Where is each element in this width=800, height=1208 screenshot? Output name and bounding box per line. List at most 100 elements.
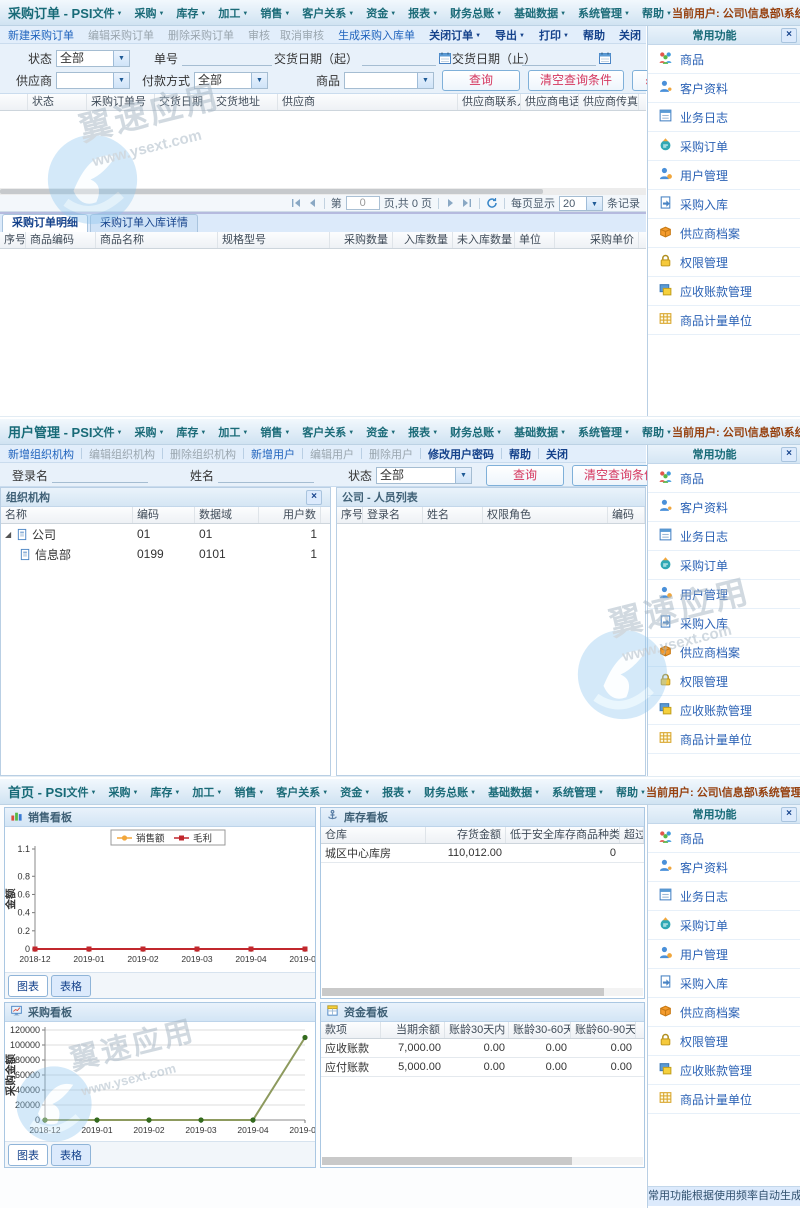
menu-item[interactable]: 客户关系 — [276, 784, 328, 800]
column-header[interactable]: 供应商传真 — [579, 94, 639, 110]
tab[interactable]: 表格 — [51, 1144, 91, 1166]
column-header[interactable]: 权限角色 — [483, 507, 608, 523]
toolbar-button[interactable]: 新建采购订单 — [3, 27, 79, 43]
sidebar-item[interactable]: 用户管理 — [648, 940, 800, 969]
menu-item[interactable]: 销售 — [260, 5, 290, 21]
column-header[interactable]: 超过 — [620, 827, 644, 843]
menu-item[interactable]: 采购 — [134, 424, 164, 440]
sidebar-item[interactable]: 采购入库 — [648, 609, 800, 638]
column-header[interactable]: 款项 — [321, 1022, 381, 1038]
toolbar-button[interactable]: 关闭 — [541, 446, 573, 462]
column-header[interactable]: 序号 — [337, 507, 363, 523]
sidebar-item[interactable]: 商品计量单位 — [648, 1085, 800, 1114]
menu-item[interactable]: 客户关系 — [302, 5, 354, 21]
tab[interactable]: 图表 — [8, 1144, 48, 1166]
tab[interactable]: 表格 — [51, 975, 91, 997]
close-icon[interactable] — [781, 447, 797, 462]
status-select[interactable]: 全部 — [56, 50, 130, 67]
tree-row[interactable]: 公司01011 — [1, 524, 330, 544]
date-from-input[interactable] — [362, 50, 436, 66]
table-row[interactable]: 应付账款5,000.000.000.000.00 — [321, 1058, 644, 1077]
menu-item[interactable]: 采购 — [108, 784, 138, 800]
product-select[interactable] — [344, 72, 434, 89]
menu-item[interactable]: 财务总账 — [450, 5, 502, 21]
table-row[interactable]: 城区中心库房110,012.000 — [321, 844, 644, 863]
menu-item[interactable]: 库存 — [176, 424, 206, 440]
calendar-icon[interactable] — [598, 51, 612, 65]
search-button[interactable]: 查询 — [442, 70, 520, 91]
sidebar-item[interactable]: 采购订单 — [648, 551, 800, 580]
column-header[interactable]: 交货地址 — [212, 94, 278, 110]
calendar-icon[interactable] — [438, 51, 452, 65]
scrollbar-thumb[interactable] — [322, 1157, 572, 1165]
sidebar-item[interactable]: 用户管理 — [648, 161, 800, 190]
column-header[interactable]: 商品名称 — [96, 232, 218, 248]
column-header[interactable]: 账龄60-90天 — [571, 1022, 636, 1038]
menu-item[interactable]: 资金 — [340, 784, 370, 800]
status-select[interactable]: 全部 — [376, 467, 472, 484]
payment-select[interactable]: 全部 — [194, 72, 268, 89]
column-header[interactable]: 姓名 — [423, 507, 483, 523]
menu-item[interactable]: 系统管理 — [578, 5, 630, 21]
column-header[interactable]: 状态 — [28, 94, 87, 110]
date-to-input[interactable] — [522, 50, 596, 66]
last-page-icon[interactable] — [461, 197, 473, 209]
column-header[interactable]: 低于安全库存商品种类数 — [506, 827, 620, 843]
toolbar-button[interactable]: 新增用户 — [246, 446, 300, 462]
sidebar-item[interactable]: 业务日志 — [648, 882, 800, 911]
menu-item[interactable]: 基础数据 — [514, 5, 566, 21]
menu-item[interactable]: 帮助 — [642, 424, 672, 440]
scrollbar-thumb[interactable] — [0, 189, 543, 194]
tab[interactable]: 采购订单入库详情 — [90, 214, 198, 232]
toolbar-button[interactable]: 新增组织机构 — [3, 446, 79, 462]
sidebar-item[interactable]: 商品 — [648, 45, 800, 74]
menu-item[interactable]: 基础数据 — [488, 784, 540, 800]
tree-expand-icon[interactable] — [5, 530, 16, 539]
menu-item[interactable]: 加工 — [218, 5, 248, 21]
column-header[interactable]: 采购订单号 — [87, 94, 155, 110]
menu-item[interactable]: 报表 — [408, 5, 438, 21]
sidebar-item[interactable]: 业务日志 — [648, 103, 800, 132]
column-header[interactable]: 供应商 — [278, 94, 458, 110]
menu-item[interactable]: 帮助 — [642, 5, 672, 21]
menu-item[interactable]: 文件 — [93, 424, 123, 440]
menu-item[interactable]: 资金 — [366, 424, 396, 440]
sidebar-item[interactable]: 客户资料 — [648, 74, 800, 103]
close-icon[interactable] — [306, 490, 322, 505]
menu-item[interactable]: 库存 — [176, 5, 206, 21]
toolbar-button[interactable]: 修改用户密码 — [423, 446, 499, 462]
sidebar-item[interactable]: 客户资料 — [648, 493, 800, 522]
sidebar-item[interactable]: 商品 — [648, 464, 800, 493]
column-header[interactable]: 当期余额 — [381, 1022, 445, 1038]
column-header[interactable]: 登录名 — [363, 507, 423, 523]
first-page-icon[interactable] — [290, 197, 302, 209]
sidebar-item[interactable]: 采购订单 — [648, 132, 800, 161]
sidebar-item[interactable]: 供应商档案 — [648, 998, 800, 1027]
column-header[interactable]: 交货日期 — [155, 94, 212, 110]
name-input[interactable] — [218, 467, 314, 483]
sidebar-item[interactable]: 采购订单 — [648, 911, 800, 940]
column-header[interactable]: 账龄30-60天 — [509, 1022, 571, 1038]
sidebar-item[interactable]: 应收账款管理 — [648, 696, 800, 725]
column-header[interactable]: 供应商电话 — [521, 94, 579, 110]
sidebar-item[interactable]: 应收账款管理 — [648, 277, 800, 306]
sidebar-item[interactable]: 应收账款管理 — [648, 1056, 800, 1085]
menu-item[interactable]: 采购 — [134, 5, 164, 21]
sidebar-item[interactable]: 商品计量单位 — [648, 725, 800, 754]
tab[interactable]: 采购订单明细 — [2, 214, 88, 232]
column-header[interactable]: 采购数量 — [330, 232, 393, 248]
sidebar-item[interactable]: 用户管理 — [648, 580, 800, 609]
column-header[interactable]: 商品编码 — [26, 232, 96, 248]
page-number-input[interactable] — [346, 196, 380, 210]
prev-page-icon[interactable] — [306, 197, 318, 209]
sidebar-item[interactable]: 采购入库 — [648, 969, 800, 998]
menu-item[interactable]: 帮助 — [616, 784, 646, 800]
column-header[interactable]: 入库数量 — [393, 232, 453, 248]
clear-query-button[interactable]: 清空查询条件 — [528, 70, 624, 91]
toolbar-button[interactable]: 帮助 — [504, 446, 536, 462]
toolbar-button[interactable]: 导出 — [490, 27, 530, 43]
sidebar-item[interactable]: 商品计量单位 — [648, 306, 800, 335]
menu-item[interactable]: 资金 — [366, 5, 396, 21]
sidebar-item[interactable]: 供应商档案 — [648, 638, 800, 667]
refresh-icon[interactable] — [486, 197, 498, 209]
